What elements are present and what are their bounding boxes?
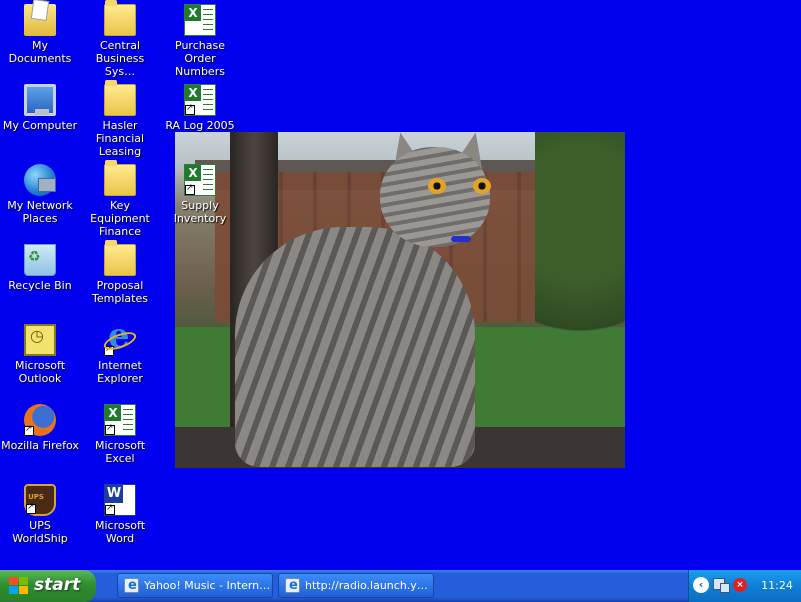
desktop-icon-label: Key Equipment Finance	[90, 199, 150, 238]
taskbar-button-label: http://radio.launch.y…	[305, 579, 428, 592]
folder-icon	[104, 80, 136, 116]
desktop-icon-label: My Documents	[8, 39, 72, 65]
my-computer-icon	[24, 84, 56, 116]
desktop-icon-my-documents[interactable]: My Documents	[0, 2, 80, 74]
firefox-icon	[24, 404, 56, 436]
show-hidden-icons-button[interactable]: ‹	[693, 577, 709, 593]
shortcut-arrow-icon	[185, 183, 195, 195]
network-connection-icon[interactable]	[720, 583, 730, 593]
taskbar-button-yahoo-music[interactable]: Yahoo! Music - Intern…	[117, 573, 273, 598]
folder-icon	[104, 240, 136, 276]
desktop-icon-microsoft-word[interactable]: Microsoft Word	[80, 482, 160, 554]
internet-explorer-icon	[124, 574, 139, 597]
desktop-icon-label: Recycle Bin	[8, 279, 72, 292]
internet-explorer-icon	[104, 316, 136, 356]
desktop-icon-label: Proposal Templates	[92, 279, 148, 305]
network-alert-icon[interactable]: ×	[733, 578, 747, 592]
excel-file-icon	[184, 164, 216, 196]
excel-icon	[104, 404, 136, 436]
desktop-icon-label: Central Business Sys…	[95, 39, 145, 78]
desktop-icon-label: Microsoft Excel	[94, 439, 146, 465]
desktop-icon-key-equipment-finance[interactable]: Key Equipment Finance	[80, 160, 160, 238]
desktop-icon-hasler-financial-leasing[interactable]: Hasler Financial Leasing	[80, 80, 160, 158]
desktop-icon-purchase-order-numbers[interactable]: Purchase Order Numbers	[160, 2, 240, 78]
desktop-icon-supply-inventory[interactable]: Supply Inventory	[160, 162, 240, 234]
system-tray: ‹ × 11:24 AM	[688, 570, 801, 602]
desktop-icon-proposal-templates[interactable]: Proposal Templates	[80, 240, 160, 314]
desktop-icon-label: RA Log 2005	[165, 119, 235, 132]
desktop-icon-recycle-bin[interactable]: Recycle Bin	[0, 242, 80, 314]
desktop-icon-central-business-systems[interactable]: Central Business Sys…	[80, 0, 160, 78]
desktop-icon-ups-worldship[interactable]: UPS WorldShip	[0, 482, 80, 554]
wallpaper-cat-collar	[451, 236, 471, 242]
start-button[interactable]: start	[0, 570, 96, 602]
desktop-icon-label: Microsoft Outlook	[14, 359, 66, 385]
wallpaper-trees	[535, 132, 625, 402]
shortcut-arrow-icon	[26, 502, 36, 514]
excel-file-icon	[184, 4, 216, 36]
desktop-icon-mozilla-firefox[interactable]: Mozilla Firefox	[0, 402, 80, 474]
desktop-icon-microsoft-excel[interactable]: Microsoft Excel	[80, 402, 160, 474]
desktop-icon-label: My Computer	[2, 119, 78, 132]
desktop-icon-my-computer[interactable]: My Computer	[0, 82, 80, 154]
wallpaper-cat-photo	[175, 132, 625, 468]
desktop: My Documents My Computer My Network Plac…	[0, 0, 801, 570]
taskbar: start Yahoo! Music - Intern… http://radi…	[0, 570, 801, 602]
desktop-icon-label: My Network Places	[7, 199, 73, 225]
start-label: start	[34, 575, 81, 595]
wallpaper-cat-eye-right	[473, 178, 491, 194]
desktop-icon-label: Microsoft Word	[94, 519, 146, 545]
folder-icon	[104, 0, 136, 36]
desktop-icon-label: Hasler Financial Leasing	[95, 119, 145, 158]
desktop-icon-label: Supply Inventory	[173, 199, 227, 225]
internet-explorer-icon	[285, 574, 300, 597]
my-documents-icon	[24, 4, 56, 36]
shortcut-arrow-icon	[104, 344, 114, 356]
taskbar-button-radio-launch[interactable]: http://radio.launch.y…	[278, 573, 434, 598]
ups-icon	[24, 484, 56, 516]
wallpaper-cat-body	[235, 227, 475, 467]
desktop-icon-label: UPS WorldShip	[12, 519, 68, 545]
word-icon	[104, 484, 136, 516]
desktop-icon-label: Mozilla Firefox	[1, 439, 79, 452]
wallpaper-cat-eye-left	[428, 178, 446, 194]
recycle-bin-icon	[24, 244, 56, 276]
desktop-icon-internet-explorer[interactable]: Internet Explorer	[80, 316, 160, 394]
desktop-icon-label: Purchase Order Numbers	[175, 39, 225, 78]
desktop-icon-my-network-places[interactable]: My Network Places	[0, 162, 80, 234]
shortcut-arrow-icon	[185, 103, 195, 115]
folder-icon	[104, 160, 136, 196]
shortcut-arrow-icon	[24, 424, 34, 436]
network-places-icon	[24, 164, 56, 196]
wallpaper-cat-head	[380, 147, 490, 247]
excel-file-icon	[184, 84, 216, 116]
shortcut-arrow-icon	[105, 503, 115, 515]
shortcut-arrow-icon	[105, 423, 115, 435]
desktop-icon-ra-log-2005[interactable]: RA Log 2005	[160, 82, 240, 154]
taskbar-button-label: Yahoo! Music - Intern…	[144, 579, 271, 592]
outlook-icon	[24, 324, 56, 356]
desktop-icon-label: Internet Explorer	[97, 359, 143, 385]
desktop-icon-microsoft-outlook[interactable]: Microsoft Outlook	[0, 322, 80, 394]
windows-logo-icon	[9, 577, 29, 595]
clock[interactable]: 11:24 AM	[753, 570, 801, 602]
